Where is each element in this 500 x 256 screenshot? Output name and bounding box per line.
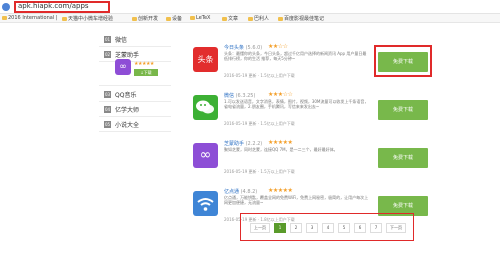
site-info-icon[interactable] xyxy=(2,3,10,11)
bookmark-item[interactable]: 文章 xyxy=(222,15,238,22)
prev-page-button[interactable]: 上一页 xyxy=(250,223,270,233)
rating-stars: ★★★★★ xyxy=(134,61,154,67)
sidebar-item-label: 微信 xyxy=(115,37,128,44)
app-name[interactable]: 今日头条 (5.6.0) xyxy=(224,44,262,51)
page-button[interactable]: 7 xyxy=(370,223,382,233)
expanded-rank-item[interactable]: ∞ ★★★★★ ↓下载 xyxy=(99,47,171,86)
next-page-button[interactable]: 下一页 xyxy=(386,223,406,233)
page-button[interactable]: 3 xyxy=(306,223,318,233)
bookmarks-bar: 2016 International | 天猫中小微车增经验 创新开发 设备 L… xyxy=(0,14,500,23)
rank-number: 01 xyxy=(104,36,111,43)
bookmark-item[interactable]: 巴利人 xyxy=(248,15,269,22)
bookmark-item[interactable]: 创新开发 xyxy=(132,15,158,22)
app-list-item[interactable]: 微信 (6.3.25) ★★★☆☆ 1.可以发送语音，文字消息，表情，图片，视频… xyxy=(192,87,434,134)
pagination: 上一页 1 2 3 4 5 6 7 下一页 xyxy=(240,213,414,241)
folder-icon xyxy=(278,17,283,21)
folder-icon xyxy=(166,17,171,21)
page-button[interactable]: 4 xyxy=(322,223,334,233)
wechat-glyph xyxy=(196,100,214,114)
rating-stars: ★★★★★ xyxy=(268,139,293,146)
rating-stars: ★★★★★ xyxy=(268,187,293,194)
folder-icon xyxy=(190,16,195,20)
free-download-button[interactable]: 免费下载 xyxy=(378,148,428,168)
wechat-icon[interactable] xyxy=(193,95,218,120)
rank-number: 03 xyxy=(104,91,111,98)
app-name[interactable]: 微信 (6.3.25) xyxy=(224,92,255,99)
page-button[interactable]: 2 xyxy=(290,223,302,233)
app-description: 亿点通，万能钥匙，覆盖全网的免费WiFi，免费上网秘密，极简的，让用户每次上网更… xyxy=(224,195,369,205)
bookmark-item[interactable]: 设备 xyxy=(166,15,182,22)
page-button-current[interactable]: 1 xyxy=(274,223,286,233)
address-bar[interactable]: apk.hiapk.com/apps xyxy=(0,0,500,14)
app-name[interactable]: 亿点通 (4.8.2) xyxy=(224,188,257,195)
sidebar-item[interactable]: 05 小说大全 xyxy=(99,117,171,132)
rating-stars: ★★★☆☆ xyxy=(268,91,293,98)
rank-number: 05 xyxy=(104,121,111,128)
bookmark-item[interactable]: LeTeX xyxy=(190,15,210,21)
page-button[interactable]: 5 xyxy=(338,223,350,233)
app-icon-toutiao[interactable]: 头条 xyxy=(193,47,218,72)
free-download-button[interactable]: 免费下载 xyxy=(378,100,428,120)
app-list-item[interactable]: ∞ 芝蒙助手 (2.2.2) ★★★★★ 聚如芝蒙，同时芝蒙，连接QQ 7M，是… xyxy=(192,135,434,182)
app-logo-icon: ∞ xyxy=(115,59,131,75)
url-text[interactable]: apk.hiapk.com/apps xyxy=(18,2,89,10)
sidebar-item[interactable]: 04 亿学大师 xyxy=(99,102,171,117)
sidebar-item[interactable]: 01 微信 xyxy=(99,32,171,47)
folder-icon xyxy=(222,17,227,21)
free-download-button[interactable]: 免费下载 xyxy=(378,52,428,72)
folder-icon xyxy=(62,17,67,21)
download-button[interactable]: ↓下载 xyxy=(134,69,158,76)
wifi-icon[interactable] xyxy=(193,191,218,216)
ranking-sidebar: 01 微信 02 芝蒙助手 ∞ ★★★★★ ↓下载 03 QQ音乐 04 亿学大… xyxy=(99,32,171,142)
app-logo-icon[interactable]: ∞ xyxy=(193,143,218,168)
wifi-glyph xyxy=(197,198,214,211)
app-meta: 2016-05-19 更新 · 1.5万以上用户下载 xyxy=(224,169,295,174)
app-list-item[interactable]: 头条 今日头条 (5.6.0) ★★☆☆ 头条：最懂你的头条，今日头条，超过千亿… xyxy=(192,39,434,86)
app-meta: 2016-05-19 更新 · 1.5亿以上用户下载 xyxy=(224,73,295,78)
folder-icon xyxy=(2,16,7,20)
bookmark-item[interactable]: 天猫中小微车增经验 xyxy=(62,15,113,22)
sidebar-item-label: 小说大全 xyxy=(115,122,140,129)
app-description: 1.可以发送语音，文字消息，表情，图片，视频，30M流量可以收发上千条语音，省电… xyxy=(224,99,369,109)
bookmark-item[interactable]: 百度影视最佳笔记 xyxy=(278,15,324,22)
rank-number: 04 xyxy=(104,106,111,113)
sidebar-item-label: 亿学大师 xyxy=(115,107,140,114)
app-name[interactable]: 芝蒙助手 (2.2.2) xyxy=(224,140,262,147)
app-description: 头条：最懂你的头条，今日头条，超过千亿用户选择的新闻资讯 App 用户量日最低排… xyxy=(224,51,367,61)
rating-stars: ★★☆☆ xyxy=(268,43,288,50)
app-meta: 2016-05-19 更新 · 1.5亿以上用户下载 xyxy=(224,121,295,126)
sidebar-item-label: QQ音乐 xyxy=(115,92,137,99)
page-button[interactable]: 6 xyxy=(354,223,366,233)
folder-icon xyxy=(132,17,137,21)
sidebar-item[interactable]: 03 QQ音乐 xyxy=(99,87,171,102)
bookmark-item[interactable]: 2016 International | xyxy=(2,15,58,21)
folder-icon xyxy=(248,17,253,21)
app-description: 聚如芝蒙，同时芝蒙，连接QQ 7M，是一二三个，最好最好体。 xyxy=(224,147,338,152)
